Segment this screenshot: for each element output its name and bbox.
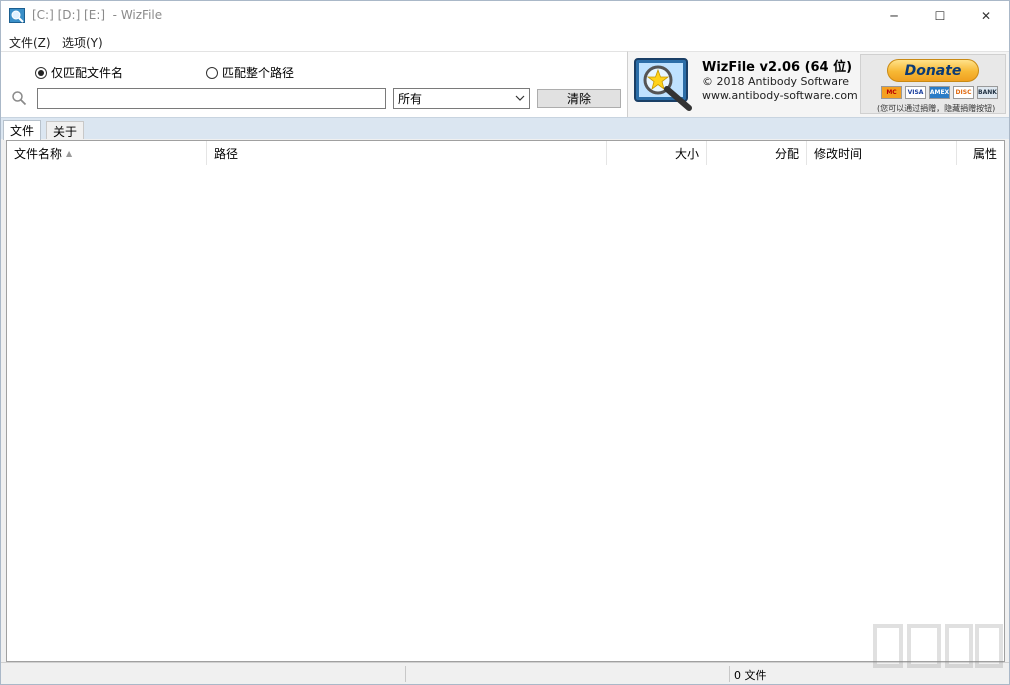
- visa-icon: VISA: [905, 86, 926, 99]
- close-icon: ✕: [980, 9, 992, 23]
- status-divider: [405, 666, 406, 682]
- tab-bar: 文件 关于: [1, 117, 1009, 140]
- donate-note: (您可以通过捐赠，隐藏捐赠按钮): [877, 104, 996, 113]
- column-header-allocated[interactable]: 分配: [707, 141, 807, 165]
- discover-icon: DISC: [953, 86, 974, 99]
- title-bar[interactable]: [C:] [D:] [E:] - WizFile ─ ☐ ✕: [1, 1, 1009, 31]
- search-icon: [12, 91, 27, 106]
- product-banner: WizFile v2.06 (64 位) © 2018 Antibody Sof…: [627, 51, 1009, 117]
- tab-files[interactable]: 文件: [3, 120, 42, 140]
- minimize-icon: ─: [890, 9, 898, 23]
- status-divider: [729, 666, 730, 682]
- radio-match-filename[interactable]: 仅匹配文件名: [35, 64, 123, 81]
- window-title: [C:] [D:] [E:] - WizFile: [32, 8, 163, 22]
- search-panel: 仅匹配文件名 匹配整个路径 所有 清除: [1, 51, 627, 117]
- donate-button[interactable]: Donate: [887, 59, 979, 82]
- radio-filename-label: 仅匹配文件名: [51, 66, 124, 80]
- status-bar: 0 文件: [1, 662, 1009, 684]
- bank-icon: BANK: [977, 86, 998, 99]
- clear-button[interactable]: 清除: [537, 89, 621, 108]
- sort-ascending-icon: ▲: [66, 148, 73, 158]
- radio-unselected-icon: [206, 66, 218, 79]
- payment-cards: MC VISA AMEX DISC BANK: [881, 86, 998, 99]
- status-file-count: 0 文件: [734, 669, 767, 682]
- watermark-logo: [873, 624, 1003, 668]
- app-window: [C:] [D:] [E:] - WizFile ─ ☐ ✕ 文件(Z) 选项(…: [0, 0, 1010, 685]
- tab-about[interactable]: 关于: [46, 121, 85, 139]
- maximize-button[interactable]: ☐: [917, 1, 963, 31]
- radio-match-fullpath[interactable]: 匹配整个路径: [206, 64, 294, 81]
- filter-select[interactable]: 所有: [393, 88, 530, 109]
- column-header-modified[interactable]: 修改时间: [807, 141, 957, 165]
- close-button[interactable]: ✕: [963, 1, 1009, 31]
- product-title: WizFile v2.06 (64 位): [702, 60, 853, 75]
- minimize-button[interactable]: ─: [871, 1, 917, 31]
- radio-selected-icon: [35, 66, 47, 79]
- filter-selected-value: 所有: [398, 92, 423, 106]
- results-list[interactable]: 文件名称 ▲ 路径 大小 分配 修改时间 属性: [6, 140, 1005, 662]
- donate-panel: Donate MC VISA AMEX DISC BANK (您可以通过捐赠，隐…: [860, 54, 1006, 114]
- column-header-filename[interactable]: 文件名称 ▲: [7, 141, 207, 165]
- website-link[interactable]: www.antibody-software.com: [702, 89, 858, 102]
- column-header-size[interactable]: 大小: [607, 141, 707, 165]
- menu-options[interactable]: 选项(Y): [62, 34, 103, 51]
- mastercard-icon: MC: [881, 86, 902, 99]
- wizfile-app-icon: [9, 8, 25, 23]
- search-input[interactable]: [37, 88, 386, 109]
- copyright-text: © 2018 Antibody Software: [702, 75, 850, 88]
- maximize-icon: ☐: [934, 9, 946, 23]
- menu-bar: 文件(Z) 选项(Y): [1, 31, 1009, 51]
- column-header-path[interactable]: 路径: [207, 141, 607, 165]
- wizfile-logo-icon: [634, 58, 692, 111]
- radio-fullpath-label: 匹配整个路径: [222, 66, 295, 80]
- amex-icon: AMEX: [929, 86, 950, 99]
- chevron-down-icon: [515, 95, 525, 101]
- menu-file[interactable]: 文件(Z): [9, 34, 51, 51]
- column-header-attributes[interactable]: 属性: [957, 141, 1004, 165]
